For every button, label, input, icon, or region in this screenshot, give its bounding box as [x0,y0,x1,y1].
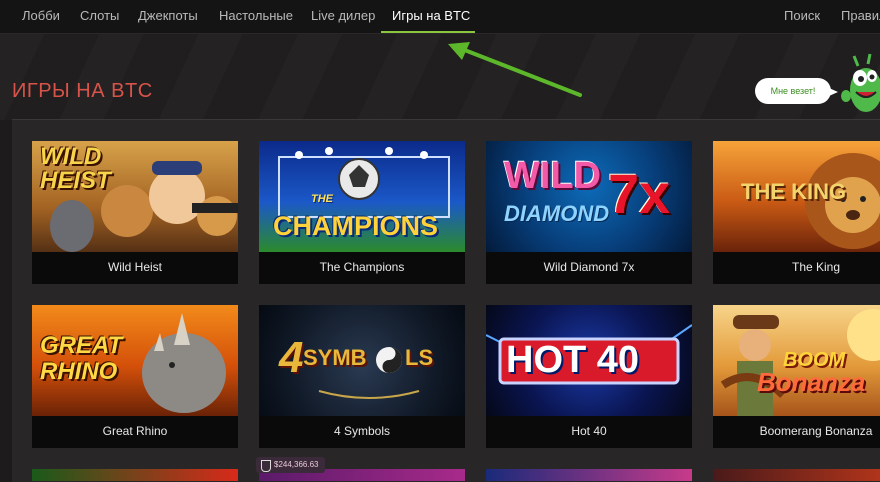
game-logo: SYMB [303,345,367,370]
annotation-arrow [448,42,582,97]
nav-table-games[interactable]: Настольные [219,0,293,33]
nav-rules[interactable]: Правила [841,0,880,33]
game-card-boomerang-bonanza[interactable]: BOOM Bonanza Boomerang Bonanza [713,305,880,448]
game-logo: WILD [504,155,602,197]
game-thumbnail[interactable]: HOT 40 [486,305,692,416]
game-card-4-symbols[interactable]: 4 SYMB LS 4 Symbols [259,305,465,448]
game-logo: GREAT RHINO [40,332,123,385]
mascot-icon [841,53,880,112]
game-card-great-rhino[interactable]: GREAT RHINO Great Rhino [32,305,238,448]
game-thumbnail[interactable]: THE CHAMPIONS [259,141,465,252]
game-logo-the: THE [311,193,333,205]
game-title[interactable]: Wild Diamond 7x [486,252,692,284]
active-tab-indicator [381,31,475,33]
nav-search[interactable]: Поиск [784,0,820,33]
game-thumbnail[interactable]: THE KING [713,141,880,252]
nav-jackpots[interactable]: Джекпоты [138,0,198,33]
game-thumbnail[interactable]: WILD HEIST [32,141,238,252]
page-title: ИГРЫ НА BTC [12,80,153,102]
mascot-speech-bubble: Мне везет! [755,78,838,104]
game-thumbnail[interactable]: BOOM Bonanza [713,305,880,416]
top-navigation: Лобби Слоты Джекпоты Настольные Live дил… [0,0,880,34]
game-title[interactable]: Boomerang Bonanza [713,416,880,448]
game-card-wild-heist[interactable]: WILD HEIST Wild Heist [32,141,238,284]
game-thumbnail[interactable]: GREAT RHINO [32,305,238,416]
game-logo-bonanza: Bonanza [757,367,866,397]
game-logo: THE KING [741,179,847,204]
game-title[interactable]: 4 Symbols [259,416,465,448]
game-card-the-king[interactable]: THE KING The King [713,141,880,284]
game-title[interactable]: The Champions [259,252,465,284]
game-logo: HOT 40 [506,339,640,381]
game-card-hot-40[interactable]: HOT 40 Hot 40 [486,305,692,448]
game-logo-4: 4 [279,333,304,382]
game-card-wild-diamond-7x[interactable]: WILD DIAMOND 7x Wild Diamond 7x [486,141,692,284]
nav-lobby[interactable]: Лобби [22,0,60,33]
game-logo-7x: 7x [608,162,671,225]
shield-icon [261,460,271,472]
game-title[interactable]: Wild Heist [32,252,238,284]
game-thumbnail[interactable]: 4 SYMB LS [259,305,465,416]
game-title[interactable]: Great Rhino [32,416,238,448]
jackpot-badge: $244,366.63 [256,457,325,473]
game-card-partial[interactable] [486,469,692,481]
mascot-speech-text: Мне везет! [770,86,816,96]
game-logo-tail: LS [405,345,434,370]
game-logo: WILD HEIST [40,143,111,194]
nav-live-dealer[interactable]: Live дилер [311,0,375,33]
nav-btc-games[interactable]: Игры на BTC [392,0,470,33]
game-title[interactable]: The King [713,252,880,284]
game-card-partial[interactable] [713,469,880,481]
game-logo: CHAMPIONS [273,211,439,241]
game-title[interactable]: Hot 40 [486,416,692,448]
game-logo-diamond: DIAMOND [504,201,610,226]
nav-slots[interactable]: Слоты [80,0,119,33]
jackpot-amount: $244,366.63 [274,460,319,469]
game-card-partial[interactable] [32,469,238,481]
game-thumbnail[interactable]: WILD DIAMOND 7x [486,141,692,252]
game-card-the-champions[interactable]: THE CHAMPIONS The Champions [259,141,465,284]
